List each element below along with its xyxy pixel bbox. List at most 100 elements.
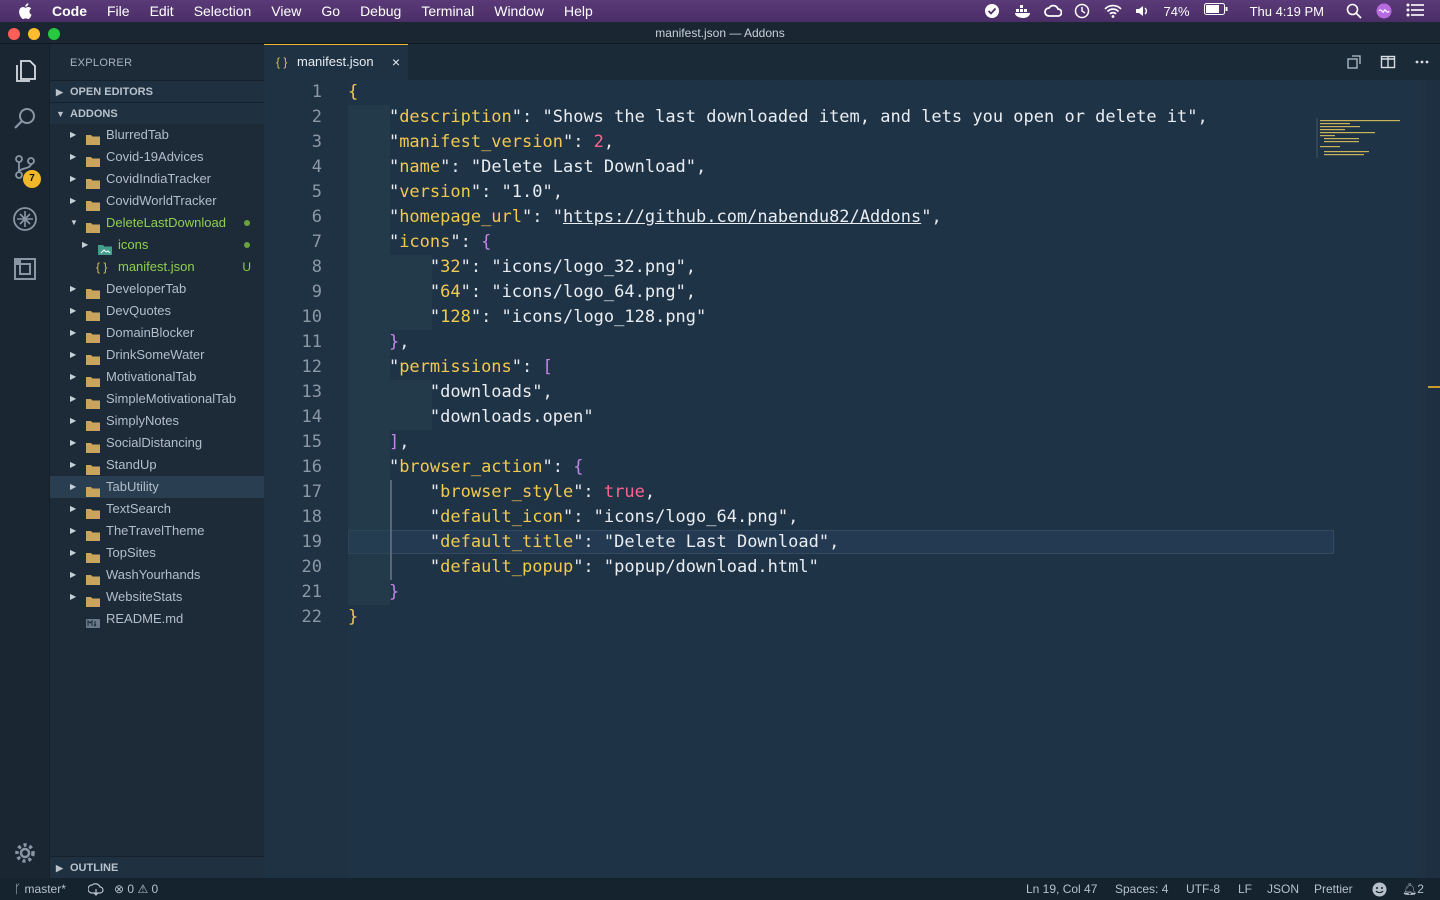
tree-item[interactable]: ▶ MotivationalTab: [50, 366, 264, 388]
check-icon[interactable]: [984, 3, 1000, 19]
code-line-4: "name": "Delete Last Download",: [348, 157, 707, 177]
tree-item[interactable]: ▶ TheTravelTheme: [50, 520, 264, 542]
tree-item[interactable]: { } manifest.json U: [50, 256, 264, 278]
tree-item[interactable]: ▶ SimpleMotivationalTab: [50, 388, 264, 410]
code-line-21: }: [388, 582, 400, 602]
line-number: 20: [301, 557, 322, 577]
cursor-position[interactable]: Ln 19, Col 47: [1026, 878, 1097, 900]
close-tab-icon[interactable]: ×: [392, 45, 400, 79]
tree-item[interactable]: ▶ SocialDistancing: [50, 432, 264, 454]
tree-item-label: DrinkSomeWater: [106, 347, 205, 362]
chevron-right-icon: ▶: [56, 863, 63, 873]
tree-item-label: SocialDistancing: [106, 435, 203, 450]
code-line-9: "64": "icons/logo_64.png",: [348, 282, 697, 302]
notifications[interactable]: 🔔︎2: [1402, 878, 1424, 900]
line-number: 2: [311, 107, 322, 127]
docker-icon[interactable]: [1014, 3, 1030, 19]
status-bar: ᚴ master* ⊗ 0 ⚠ 0 Ln 19, Col 47 Spaces: …: [0, 878, 1440, 900]
open-editors-section[interactable]: ▶ OPEN EDITORS: [50, 80, 264, 102]
tree-item[interactable]: ▶ WebsiteStats: [50, 586, 264, 608]
split-editor-icon[interactable]: [1380, 54, 1396, 70]
siri-icon[interactable]: [1376, 3, 1392, 19]
tree-item[interactable]: ▶ TabUtility: [50, 476, 264, 498]
menu-file[interactable]: File: [107, 3, 130, 19]
tree-item[interactable]: ▶ DevQuotes: [50, 300, 264, 322]
code-line-17: "browser_style": true,: [348, 482, 656, 502]
encoding[interactable]: UTF-8: [1186, 878, 1220, 900]
feedback-smiley-icon[interactable]: [1372, 878, 1387, 900]
debug-icon[interactable]: [12, 206, 38, 232]
chevron-down-icon: ▼: [70, 218, 78, 227]
tab-manifest-json[interactable]: { } manifest.json ×: [264, 44, 408, 80]
menu-window[interactable]: Window: [494, 3, 544, 19]
code-line-22: }: [348, 607, 359, 627]
tree-item[interactable]: ▶ BlurredTab: [50, 124, 264, 146]
tree-item[interactable]: ▶ Covid-19Advices: [50, 146, 264, 168]
vertical-scrollbar[interactable]: [1426, 80, 1440, 878]
line-number: 8: [311, 257, 322, 277]
time-machine-icon[interactable]: [1074, 3, 1090, 19]
notification-center-icon[interactable]: [1406, 3, 1424, 19]
battery-icon[interactable]: [1203, 3, 1228, 19]
homepage-link[interactable]: https://github.com/nabendu82/Addons: [563, 207, 921, 227]
outline-section[interactable]: ▶ OUTLINE: [50, 856, 264, 878]
clock[interactable]: Thu 4:19 PM: [1250, 4, 1324, 19]
minimize-window-button[interactable]: [28, 28, 40, 40]
menu-code[interactable]: Code: [52, 3, 87, 19]
tree-item[interactable]: ▶ SimplyNotes: [50, 410, 264, 432]
code-editor[interactable]: { "description": "Shows the last downloa…: [348, 80, 1418, 878]
explorer-sidebar: EXPLORER ▶ OPEN EDITORS ▼ ADDONS ▶ Blurre…: [50, 44, 264, 878]
tree-item[interactable]: ▶ StandUp: [50, 454, 264, 476]
chevron-right-icon: ▶: [70, 328, 77, 337]
line-number: 13: [301, 382, 322, 402]
menu-help[interactable]: Help: [564, 3, 593, 19]
menu-go[interactable]: Go: [321, 3, 340, 19]
tree-item[interactable]: ▶ DrinkSomeWater: [50, 344, 264, 366]
tree-item[interactable]: ▶ CovidIndiaTracker: [50, 168, 264, 190]
tree-item[interactable]: ▶ CovidWorldTracker: [50, 190, 264, 212]
menu-selection[interactable]: Selection: [194, 3, 252, 19]
tree-item[interactable]: ▶ DeveloperTab: [50, 278, 264, 300]
tree-item[interactable]: README.md: [50, 608, 264, 630]
menu-debug[interactable]: Debug: [360, 3, 401, 19]
problems-indicator[interactable]: ⊗ 0 ⚠ 0: [114, 878, 158, 900]
menu-view[interactable]: View: [271, 3, 301, 19]
close-window-button[interactable]: [8, 28, 20, 40]
tree-item[interactable]: ▶ WashYourhands: [50, 564, 264, 586]
line-number: 5: [311, 182, 322, 202]
line-ending[interactable]: LF: [1238, 878, 1252, 900]
tree-item[interactable]: ▶ TopSites: [50, 542, 264, 564]
indentation[interactable]: Spaces: 4: [1115, 878, 1168, 900]
code-line-20: "default_popup": "popup/download.html": [348, 557, 819, 577]
menu-terminal[interactable]: Terminal: [421, 3, 474, 19]
spotlight-search-icon[interactable]: [1346, 3, 1362, 19]
tree-item[interactable]: ▼ DeleteLastDownload: [50, 212, 264, 234]
creative-cloud-icon[interactable]: [1043, 3, 1062, 19]
volume-icon[interactable]: [1134, 3, 1150, 19]
settings-gear-icon[interactable]: [12, 840, 38, 866]
tree-item[interactable]: ▶ TextSearch: [50, 498, 264, 520]
files-icon[interactable]: [12, 58, 38, 84]
tree-item[interactable]: ▶ DomainBlocker: [50, 322, 264, 344]
warning-count: 0: [151, 882, 159, 896]
line-number: 7: [311, 232, 322, 252]
menu-edit[interactable]: Edit: [150, 3, 174, 19]
language-mode[interactable]: JSON: [1267, 878, 1299, 900]
zoom-window-button[interactable]: [48, 28, 60, 40]
sync-icon[interactable]: [87, 878, 104, 900]
prettier-status[interactable]: Prettier: [1314, 878, 1353, 900]
folder-open-icon: [86, 218, 100, 233]
git-branch[interactable]: ᚴ master*: [14, 878, 66, 900]
addons-root-section[interactable]: ▼ ADDONS: [50, 102, 264, 124]
extensions-icon[interactable]: [12, 256, 38, 282]
tree-item[interactable]: ▶ icons: [50, 234, 264, 256]
search-icon[interactable]: [12, 106, 38, 132]
bell-icon: 🔔︎: [1402, 882, 1418, 896]
code-line-5: "version": "1.0",: [348, 182, 563, 202]
wifi-icon[interactable]: [1103, 3, 1122, 19]
open-changes-icon[interactable]: [1346, 54, 1362, 70]
folder-icon: [86, 372, 100, 387]
minimap[interactable]: [1316, 118, 1406, 158]
apple-icon[interactable]: [18, 0, 38, 22]
more-actions-icon[interactable]: [1414, 54, 1430, 70]
